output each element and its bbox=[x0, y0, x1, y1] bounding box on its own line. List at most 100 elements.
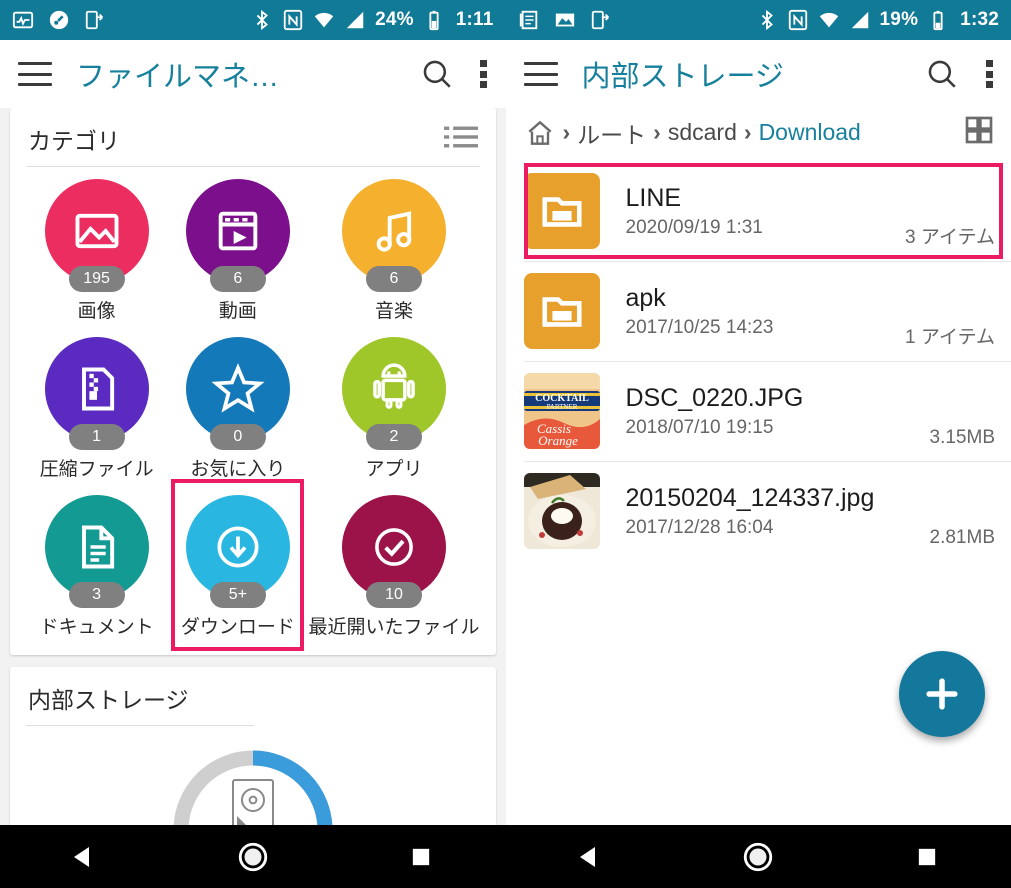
tools-icon bbox=[49, 10, 69, 30]
clock-label: 1:32 bbox=[960, 9, 999, 30]
breadcrumb: › ルート › sdcard › Download bbox=[505, 108, 1011, 161]
document-icon bbox=[81, 525, 114, 569]
home-icon[interactable] bbox=[524, 117, 556, 149]
file-thumbnail: COCKTAIL PARTNER Cassis Orange bbox=[523, 373, 600, 449]
battery-percent-label: 24% bbox=[375, 9, 414, 30]
bluetooth-icon bbox=[761, 9, 773, 31]
file-name: DSC_0220.JPG bbox=[625, 383, 804, 412]
screen-share-icon bbox=[85, 10, 103, 30]
music-icon bbox=[376, 211, 412, 252]
more-vertical-icon[interactable] bbox=[985, 60, 993, 88]
breadcrumb-item-sdcard[interactable]: sdcard bbox=[668, 119, 737, 146]
home-circle-icon[interactable] bbox=[213, 825, 293, 888]
file-date: 2017/12/28 16:04 bbox=[625, 516, 774, 538]
left-scroll-area[interactable]: カテゴリ 195 画像 6 動画 6 音楽 1 圧縮ファイル 0 お気に入り 2… bbox=[0, 108, 506, 825]
check-circle-icon bbox=[375, 528, 413, 566]
category-item-downloads[interactable]: 5+ ダウンロード bbox=[167, 479, 308, 651]
file-date: 2017/10/25 14:23 bbox=[625, 316, 774, 338]
recents-square-icon[interactable] bbox=[887, 825, 967, 888]
storage-donut: 7.04GB 21.81GB bbox=[163, 740, 343, 825]
star-icon bbox=[211, 363, 265, 413]
status-system-icons: 24% 1:11 bbox=[251, 9, 493, 31]
status-system-icons: 19% 1:32 bbox=[756, 9, 999, 31]
app-bar-right: 内部ストレージ bbox=[505, 40, 1011, 108]
storage-card-header: 内部ストレージ bbox=[26, 667, 480, 725]
category-count-badge: 6 bbox=[365, 266, 422, 292]
category-label: 音楽 bbox=[374, 301, 413, 322]
table-row[interactable]: COCKTAIL PARTNER Cassis Orange DSC_0220.… bbox=[506, 361, 1011, 461]
category-item-videos[interactable]: 6 動画 bbox=[167, 171, 308, 329]
category-item-apps[interactable]: 2 アプリ bbox=[308, 329, 479, 487]
wifi-icon bbox=[314, 12, 334, 28]
category-item-documents[interactable]: 3 ドキュメント bbox=[26, 487, 167, 645]
archive-icon bbox=[81, 367, 114, 411]
file-size: 2.81MB bbox=[929, 527, 995, 548]
app-bar-left: ファイルマネ… bbox=[0, 40, 506, 108]
recents-square-icon[interactable] bbox=[381, 825, 461, 888]
list-view-icon[interactable] bbox=[443, 123, 478, 156]
folder-icon bbox=[523, 273, 600, 349]
category-item-recent[interactable]: 10 最近開いたファイル bbox=[308, 487, 480, 645]
category-count-badge: 195 bbox=[68, 266, 125, 292]
file-list[interactable]: LINE 2020/09/19 1:31 3 アイテム apk 2017/10/… bbox=[505, 161, 1011, 825]
more-vertical-icon[interactable] bbox=[480, 60, 488, 88]
file-date: 2020/09/19 1:31 bbox=[625, 216, 763, 238]
search-icon[interactable] bbox=[925, 57, 959, 91]
hamburger-menu-icon[interactable] bbox=[18, 62, 52, 86]
page-title: ファイルマネ… bbox=[76, 61, 280, 93]
document-notification-icon bbox=[519, 10, 537, 30]
search-icon[interactable] bbox=[420, 57, 454, 91]
table-row[interactable]: apk 2017/10/25 14:23 1 アイテム bbox=[506, 261, 1011, 361]
file-size: 3.15MB bbox=[929, 427, 995, 448]
storage-card-title: 内部ストレージ bbox=[28, 687, 189, 713]
table-row[interactable]: LINE 2020/09/19 1:31 3 アイテム bbox=[506, 161, 1011, 261]
status-bar-left: 24% 1:11 bbox=[0, 0, 506, 40]
category-item-music[interactable]: 6 音楽 bbox=[308, 171, 479, 329]
add-button[interactable] bbox=[899, 651, 985, 737]
table-row[interactable]: 20150204_124337.jpg 2017/12/28 16:04 2.8… bbox=[506, 461, 1011, 561]
file-meta: LINE 2020/09/19 1:31 bbox=[626, 184, 763, 239]
signal-icon bbox=[346, 11, 364, 29]
breadcrumb-item-download[interactable]: Download bbox=[759, 119, 861, 146]
breadcrumb-separator: › bbox=[562, 119, 571, 145]
download-icon bbox=[217, 526, 259, 568]
category-count-badge: 1 bbox=[68, 424, 125, 450]
activity-monitor-icon bbox=[12, 11, 34, 29]
back-triangle-icon[interactable] bbox=[44, 825, 124, 888]
storage-chart-area[interactable]: 7.04GB 21.81GB bbox=[26, 730, 480, 825]
divider bbox=[26, 725, 254, 726]
status-notification-icons bbox=[518, 9, 612, 31]
file-meta: 20150204_124337.jpg 2017/12/28 16:04 bbox=[626, 484, 875, 539]
category-item-favorites[interactable]: 0 お気に入り bbox=[167, 329, 308, 487]
category-card: カテゴリ 195 画像 6 動画 6 音楽 1 圧縮ファイル 0 お気に入り 2… bbox=[10, 108, 496, 655]
grid-view-icon[interactable] bbox=[963, 114, 995, 151]
system-nav-bar-left bbox=[0, 825, 506, 888]
signal-icon bbox=[851, 11, 868, 29]
divider bbox=[26, 166, 480, 167]
clock-label: 1:11 bbox=[455, 9, 494, 30]
home-circle-icon[interactable] bbox=[718, 825, 798, 888]
category-label: お気に入り bbox=[190, 459, 286, 480]
category-item-images[interactable]: 195 画像 bbox=[26, 171, 167, 329]
back-triangle-icon[interactable] bbox=[550, 825, 630, 888]
breadcrumb-separator: › bbox=[743, 119, 752, 145]
battery-percent-label: 19% bbox=[879, 9, 919, 30]
svg-text:PARTNER: PARTNER bbox=[546, 403, 577, 411]
system-nav-bar-right bbox=[505, 825, 1011, 888]
status-bar-right: 19% 1:32 bbox=[505, 0, 1011, 40]
svg-text:Orange: Orange bbox=[538, 433, 578, 448]
category-count-badge: 6 bbox=[209, 266, 266, 292]
right-phone-screen: 19% 1:32 内部ストレージ › ルート › sdcard › Downlo… bbox=[505, 0, 1011, 888]
hamburger-menu-icon[interactable] bbox=[523, 62, 558, 86]
category-item-archives[interactable]: 1 圧縮ファイル bbox=[26, 329, 167, 487]
hard-disk-icon bbox=[231, 779, 274, 825]
nfc-icon bbox=[283, 9, 303, 31]
android-icon bbox=[373, 363, 415, 409]
page-title: 内部ストレージ bbox=[581, 61, 784, 93]
breadcrumb-item-root[interactable]: ルート bbox=[577, 116, 646, 150]
image-icon bbox=[75, 213, 119, 249]
app-bar-actions-left bbox=[420, 57, 488, 91]
category-label: 画像 bbox=[77, 301, 116, 322]
category-card-header: カテゴリ bbox=[26, 108, 480, 166]
category-label: ドキュメント bbox=[39, 617, 154, 638]
